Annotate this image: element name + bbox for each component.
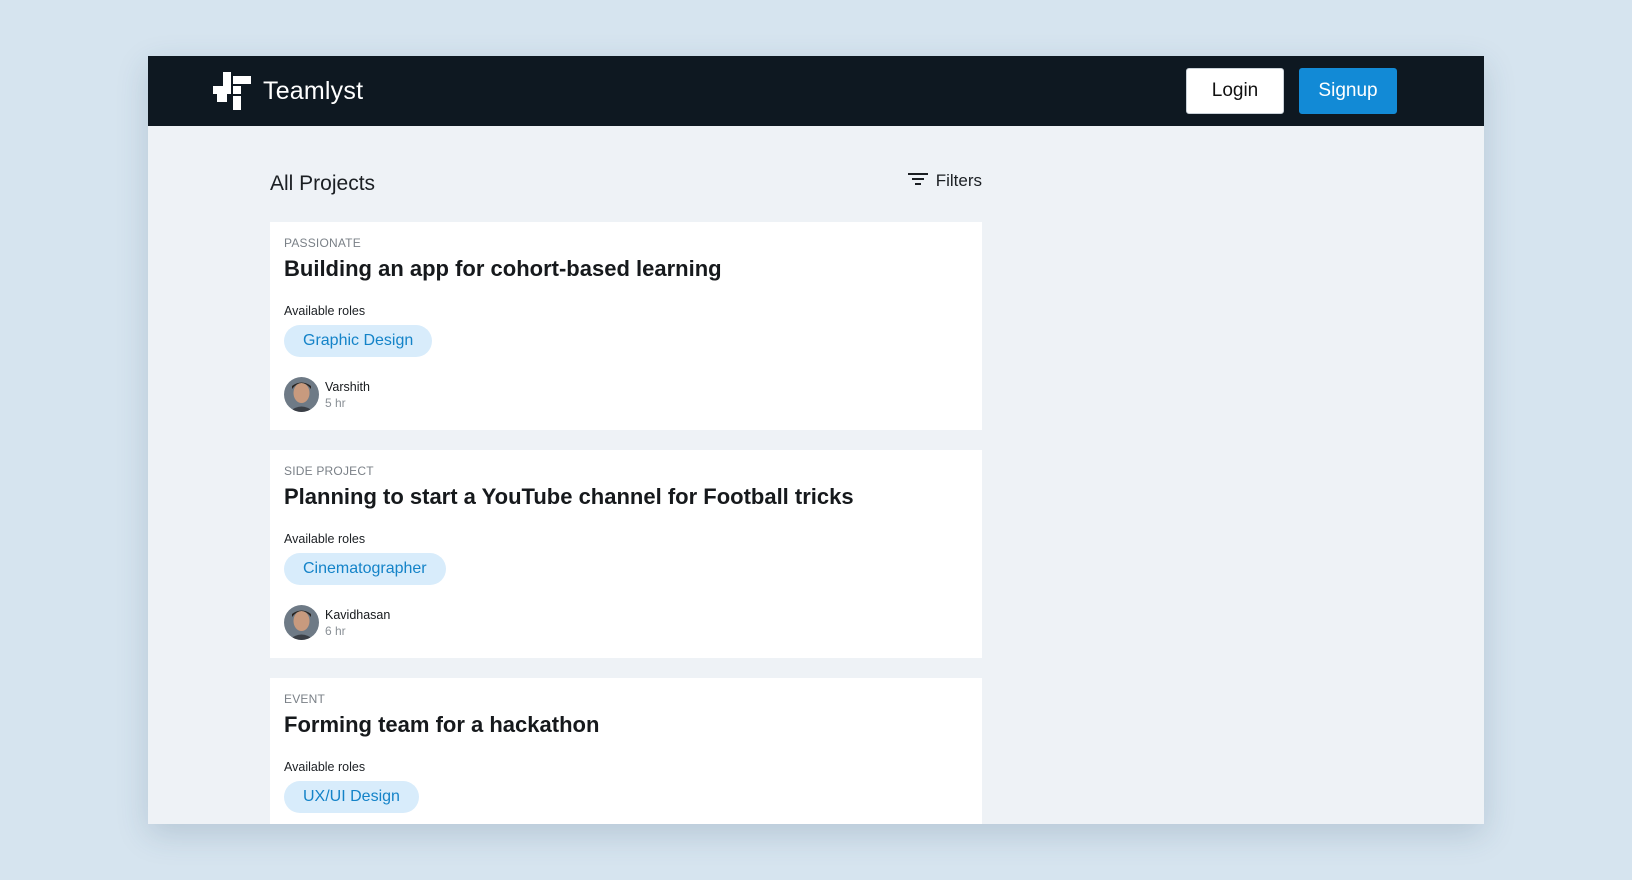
- owner-name: Varshith: [325, 379, 370, 394]
- project-category: PASSIONATE: [284, 236, 361, 250]
- role-chip[interactable]: UX/UI Design: [284, 781, 419, 813]
- filters-label: Filters: [935, 171, 982, 190]
- project-title[interactable]: Planning to start a YouTube channel for …: [284, 484, 968, 510]
- roles-label: Available roles: [284, 532, 366, 546]
- auth-actions: Login Signup: [1186, 68, 1397, 114]
- project-card[interactable]: SIDE PROJECT Planning to start a YouTube…: [270, 450, 982, 658]
- project-category: SIDE PROJECT: [284, 464, 374, 478]
- project-owner[interactable]: Kavidhasan 6 hr: [284, 605, 968, 640]
- avatar-icon: [284, 377, 319, 412]
- filter-icon: [907, 171, 928, 192]
- role-chip[interactable]: Cinematographer: [284, 553, 446, 585]
- brand-name: Teamlyst: [263, 76, 364, 105]
- project-title[interactable]: Forming team for a hackathon: [284, 712, 968, 738]
- project-card[interactable]: PASSIONATE Building an app for cohort-ba…: [270, 222, 982, 430]
- logo-icon: [213, 72, 251, 110]
- page-title: All Projects: [270, 172, 376, 195]
- projects-list: All Projects Filters PASSIONATE Building…: [270, 126, 982, 824]
- project-title[interactable]: Building an app for cohort-based learnin…: [284, 256, 968, 282]
- project-category: EVENT: [284, 692, 326, 706]
- filters-button[interactable]: Filters: [907, 171, 982, 192]
- role-chip[interactable]: Graphic Design: [284, 325, 433, 357]
- list-header: All Projects Filters: [270, 166, 982, 202]
- project-owner[interactable]: Varshith 5 hr: [284, 377, 968, 412]
- roles-label: Available roles: [284, 304, 366, 318]
- login-button[interactable]: Login: [1186, 68, 1284, 114]
- signup-button[interactable]: Signup: [1299, 68, 1397, 114]
- app-window: Teamlyst Login Signup All Projects Filte…: [148, 56, 1484, 824]
- navbar: Teamlyst Login Signup: [148, 56, 1484, 126]
- avatar-icon: [284, 605, 319, 640]
- post-time: 6 hr: [325, 623, 346, 638]
- roles-label: Available roles: [284, 760, 366, 774]
- project-card[interactable]: EVENT Forming team for a hackathon Avail…: [270, 678, 982, 824]
- owner-name: Kavidhasan: [325, 607, 391, 622]
- brand[interactable]: Teamlyst: [213, 72, 363, 110]
- post-time: 5 hr: [325, 395, 346, 410]
